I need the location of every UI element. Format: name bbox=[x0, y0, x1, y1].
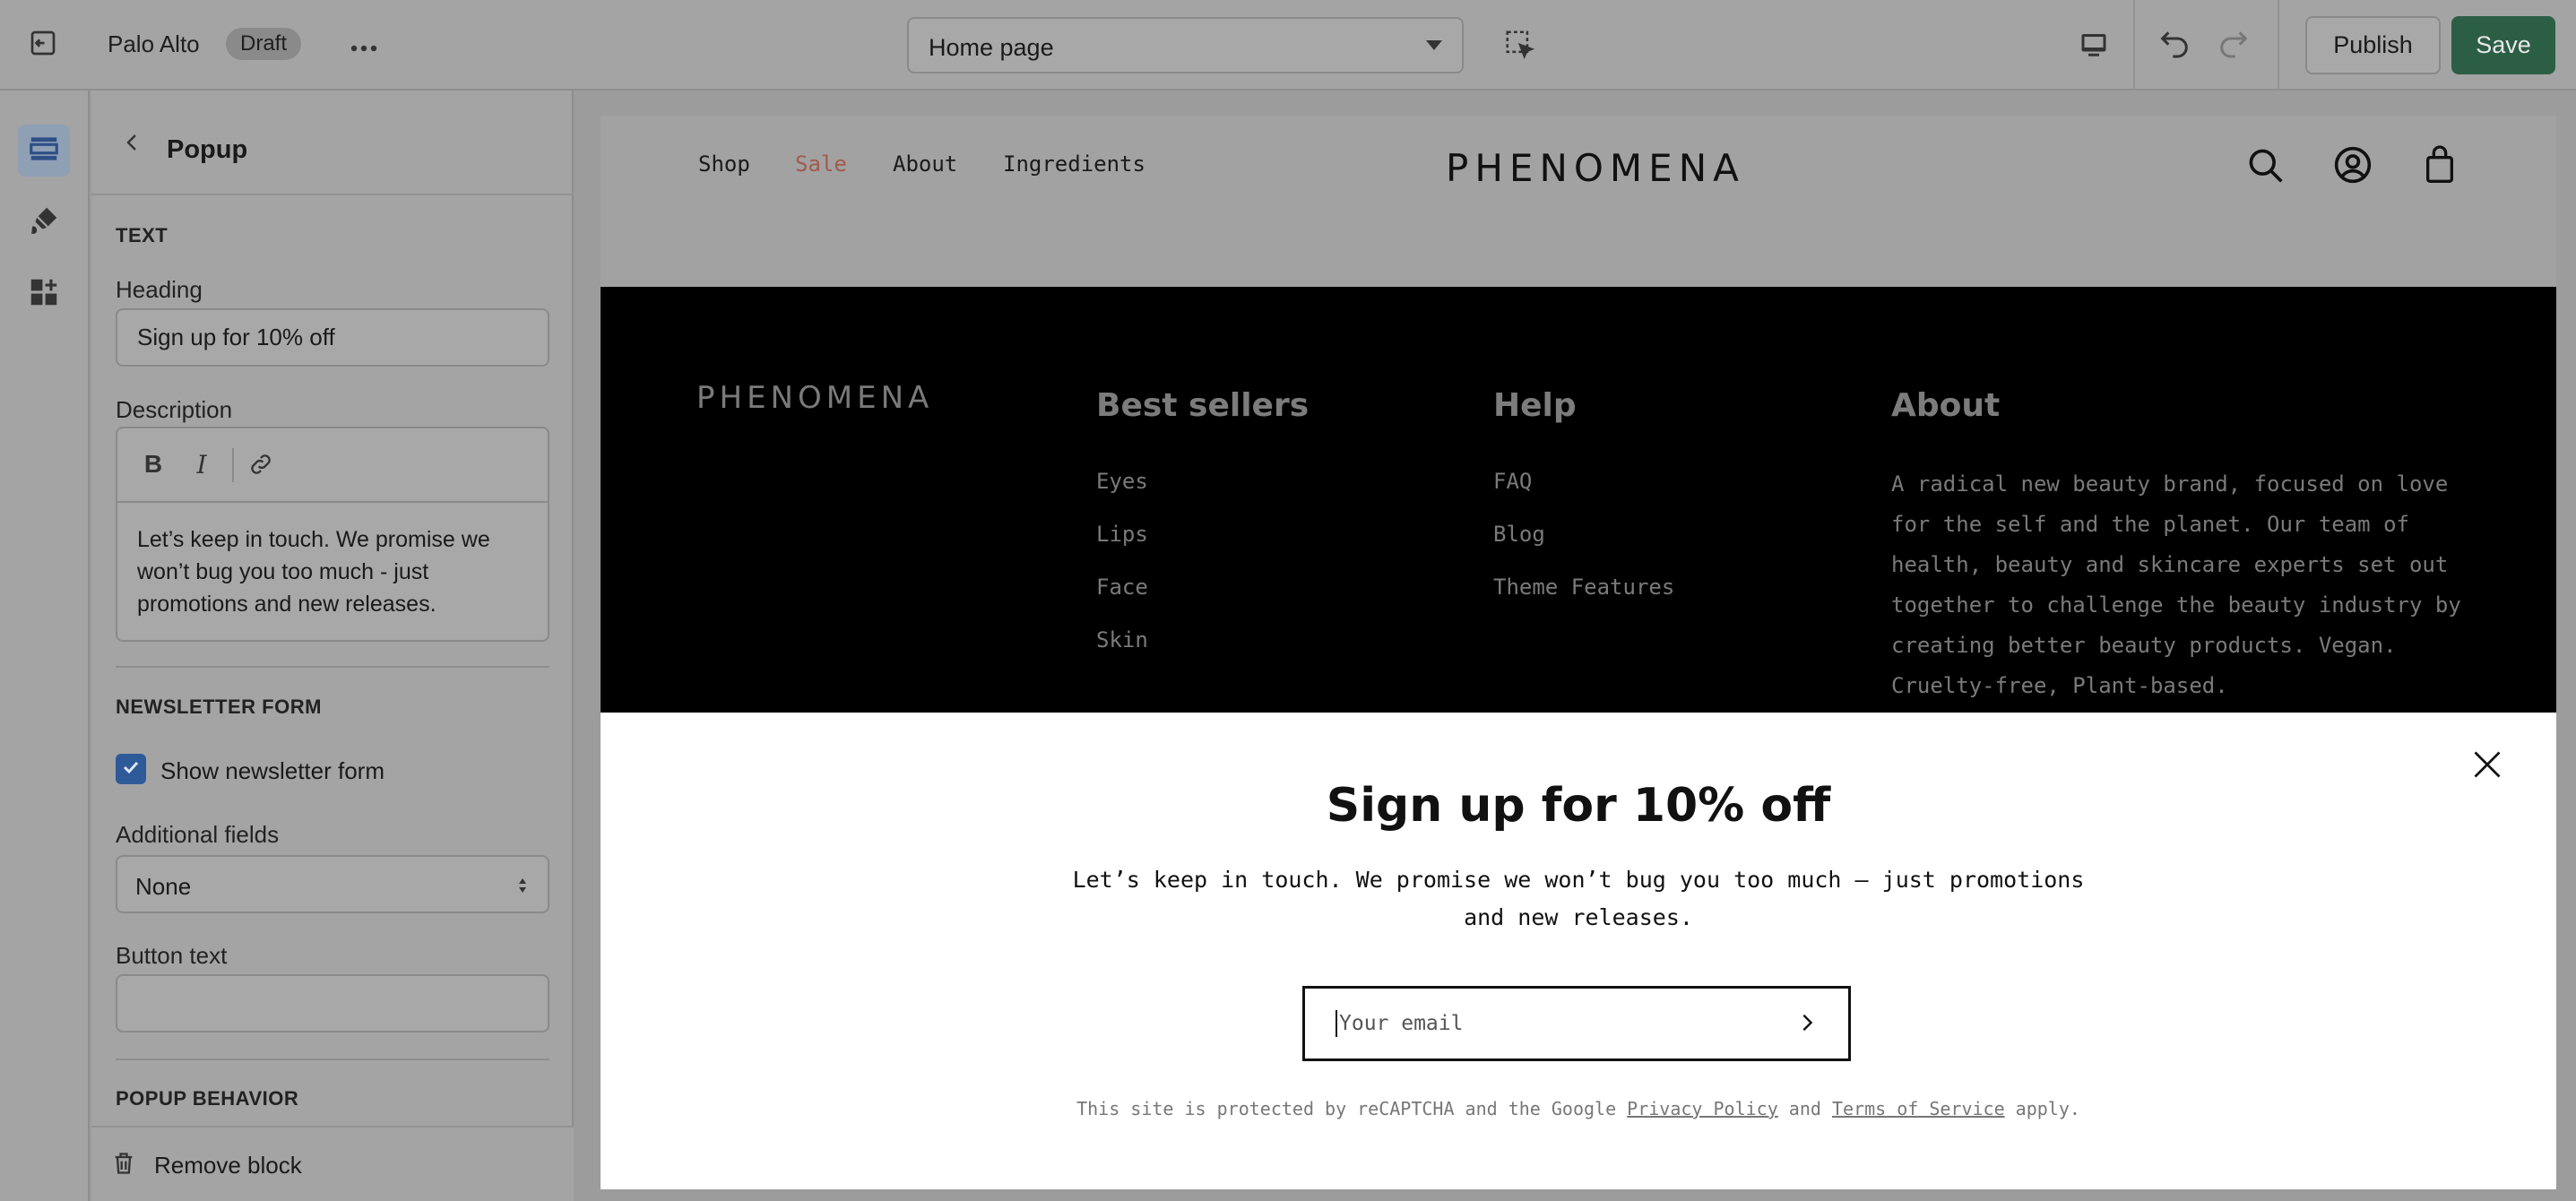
description-label: Description bbox=[116, 396, 233, 423]
account-icon[interactable] bbox=[2330, 143, 2375, 187]
top-bar: Palo Alto Draft Home page Publish Save bbox=[0, 0, 2576, 91]
caret-down-icon bbox=[1426, 40, 1442, 50]
desktop-icon bbox=[2078, 29, 2110, 65]
footer-heading-best-sellers: Best sellers bbox=[1096, 387, 1310, 424]
toolbar-divider bbox=[232, 448, 234, 482]
legal-text: and bbox=[1777, 1098, 1832, 1119]
recaptcha-notice: This site is protected by reCAPTCHA and … bbox=[601, 1098, 2556, 1119]
settings-panel: Popup TEXT Heading Sign up for 10% off D… bbox=[91, 91, 574, 1201]
inspector-button[interactable] bbox=[1497, 23, 1543, 70]
desktop-view-button[interactable] bbox=[2070, 23, 2117, 70]
additional-fields-select[interactable]: None bbox=[116, 855, 549, 913]
link-icon[interactable] bbox=[243, 446, 279, 482]
status-badge: Draft bbox=[226, 28, 302, 60]
legal-text: apply. bbox=[2004, 1098, 2080, 1119]
site-header: Shop Sale About Ingredients PHENOMENA bbox=[601, 116, 2556, 287]
footer-link[interactable]: Blog bbox=[1493, 522, 1545, 547]
heading-label: Heading bbox=[116, 276, 203, 303]
button-text-input[interactable] bbox=[116, 974, 549, 1033]
toolbar-divider bbox=[2278, 0, 2279, 91]
panel-footer: Remove block bbox=[91, 1126, 574, 1201]
sections-icon bbox=[27, 132, 61, 170]
search-icon[interactable] bbox=[2243, 143, 2287, 187]
bold-icon[interactable]: B bbox=[135, 446, 171, 482]
nav-link-about[interactable]: About bbox=[893, 151, 957, 177]
italic-icon[interactable]: I bbox=[184, 446, 220, 482]
nav-link-ingredients[interactable]: Ingredients bbox=[1003, 151, 1145, 177]
store-preview: Shop Sale About Ingredients PHENOMENA PH… bbox=[601, 116, 2556, 1189]
popup-heading: Sign up for 10% off bbox=[1326, 779, 1831, 833]
select-cursor-icon bbox=[1503, 28, 1537, 66]
footer-link[interactable]: Lips bbox=[1096, 522, 1148, 547]
footer-heading-help: Help bbox=[1493, 387, 1577, 424]
publish-button[interactable]: Publish bbox=[2305, 16, 2441, 74]
email-form: Your email bbox=[1302, 986, 1851, 1061]
theme-settings-button[interactable] bbox=[18, 196, 70, 248]
more-icon bbox=[350, 30, 378, 60]
redo-button[interactable] bbox=[2210, 22, 2257, 68]
site-footer: PHENOMENA Best sellers Eyes Lips Face Sk… bbox=[601, 287, 2556, 717]
button-text-label: Button text bbox=[116, 942, 228, 969]
footer-logo: PHENOMENA bbox=[696, 380, 934, 416]
chevron-right-icon bbox=[1797, 1013, 1817, 1037]
back-button[interactable] bbox=[117, 128, 149, 160]
more-actions-button[interactable] bbox=[341, 23, 387, 66]
save-button[interactable]: Save bbox=[2451, 16, 2555, 74]
undo-icon bbox=[2157, 25, 2192, 65]
page-selector[interactable]: Home page bbox=[907, 17, 1464, 73]
section-heading-newsletter: NEWSLETTER FORM bbox=[116, 696, 322, 718]
trash-icon bbox=[111, 1150, 136, 1181]
email-input[interactable]: Your email bbox=[1336, 1010, 1463, 1037]
select-arrows-icon bbox=[517, 875, 528, 896]
rich-text-toolbar: B I bbox=[117, 428, 548, 503]
exit-button[interactable] bbox=[20, 23, 66, 66]
nav-link-shop[interactable]: Shop bbox=[698, 151, 750, 177]
description-editor[interactable]: B I Let’s keep in touch. We promise we w… bbox=[116, 427, 549, 642]
footer-link[interactable]: Skin bbox=[1096, 627, 1148, 652]
footer-heading-about: About bbox=[1891, 387, 2001, 424]
redo-icon bbox=[2216, 25, 2252, 65]
terms-of-service-link[interactable]: Terms of Service bbox=[1832, 1098, 2005, 1119]
toolbar-divider bbox=[2133, 0, 2135, 91]
left-rail bbox=[0, 91, 90, 1201]
footer-link[interactable]: Face bbox=[1096, 575, 1148, 600]
exit-icon bbox=[27, 27, 59, 64]
heading-input[interactable]: Sign up for 10% off bbox=[116, 308, 549, 367]
page-selector-value: Home page bbox=[929, 34, 1054, 61]
remove-block-label: Remove block bbox=[154, 1151, 302, 1179]
section-heading-popup-behavior: POPUP BEHAVIOR bbox=[116, 1087, 299, 1110]
section-divider bbox=[116, 666, 549, 668]
section-heading-text: TEXT bbox=[116, 224, 169, 246]
popup-description: Let’s keep in touch. We promise we won’t… bbox=[1072, 867, 2085, 930]
nav-link-sale[interactable]: Sale bbox=[795, 151, 847, 177]
panel-header: Popup bbox=[91, 91, 574, 195]
newsletter-popup: Sign up for 10% off Let’s keep in touch.… bbox=[601, 713, 2556, 1189]
remove-block-button[interactable]: Remove block bbox=[111, 1147, 302, 1183]
site-logo[interactable]: PHENOMENA bbox=[1446, 146, 1745, 190]
privacy-policy-link[interactable]: Privacy Policy bbox=[1627, 1098, 1778, 1119]
apps-icon bbox=[27, 275, 61, 314]
undo-button[interactable] bbox=[2151, 22, 2198, 68]
apps-button[interactable] bbox=[18, 268, 70, 320]
additional-fields-value: None bbox=[135, 873, 192, 900]
show-newsletter-checkbox[interactable] bbox=[116, 754, 146, 784]
section-divider bbox=[116, 1058, 549, 1060]
paintbrush-icon bbox=[27, 203, 61, 242]
footer-link[interactable]: Eyes bbox=[1096, 469, 1148, 494]
show-newsletter-label[interactable]: Show newsletter form bbox=[160, 757, 385, 785]
panel-title: Popup bbox=[167, 135, 248, 164]
footer-link[interactable]: FAQ bbox=[1493, 469, 1532, 494]
sections-button[interactable] bbox=[18, 125, 70, 177]
chevron-left-icon bbox=[122, 132, 143, 158]
checkmark-icon bbox=[120, 756, 142, 782]
legal-text: This site is protected by reCAPTCHA and … bbox=[1076, 1098, 1628, 1119]
footer-about-text: A radical new beauty brand, focused on l… bbox=[1891, 471, 2461, 698]
footer-link[interactable]: Theme Features bbox=[1493, 575, 1674, 600]
subscribe-button[interactable] bbox=[1791, 1008, 1823, 1041]
store-name: Palo Alto bbox=[108, 30, 200, 57]
description-text[interactable]: Let’s keep in touch. We promise we won’t… bbox=[137, 523, 532, 620]
cart-icon[interactable] bbox=[2417, 143, 2462, 187]
additional-fields-label: Additional fields bbox=[116, 821, 280, 848]
